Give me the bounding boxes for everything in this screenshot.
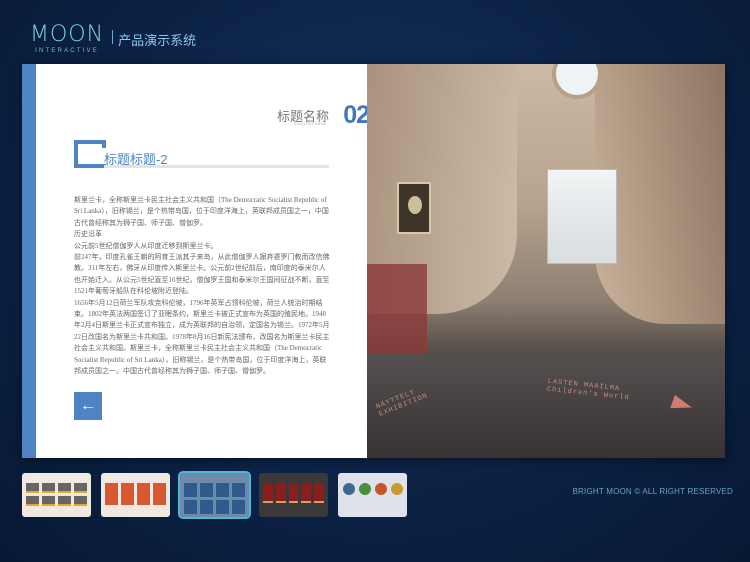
bracket-decoration	[74, 140, 106, 168]
thumbnail-5[interactable]	[338, 473, 407, 517]
app-logo: MOON INTERACTIVE 产品演示系统	[30, 22, 197, 55]
paragraph: 历史沿革	[74, 230, 102, 239]
thumbnail-3[interactable]	[178, 471, 251, 519]
subtitle-rule	[104, 165, 329, 168]
logo-sub: INTERACTIVE	[35, 48, 99, 54]
arrow-left-icon: ←	[80, 397, 96, 414]
app-title: 产品演示系统	[118, 33, 197, 48]
paragraph: 前247年，印度孔雀王朝的阿育王派其子来岛，从此僧伽罗人摒弃婆罗门教而改信佛教。…	[74, 253, 330, 296]
text-panel: 标题名称 ENGLISH NAME 02 标题标题-2 斯里兰卡，全称斯里兰卡民…	[36, 64, 370, 458]
photo-window	[547, 169, 617, 264]
accent-strip	[22, 64, 36, 458]
slide-card: 标题名称 ENGLISH NAME 02 标题标题-2 斯里兰卡，全称斯里兰卡民…	[22, 64, 725, 458]
exhibition-photo: NÄYTTELY EXHIBITION LASTEN MAAILMA Child…	[367, 64, 725, 458]
paragraph: 1656年5月12日荷兰军队攻克科伦坡，1796年英军占领科伦坡，荷兰人统治时期…	[74, 298, 330, 376]
section-number: 02	[343, 101, 370, 129]
thumbnail-1[interactable]	[22, 473, 91, 517]
photo-display	[367, 264, 427, 354]
thumbnail-strip	[22, 471, 407, 519]
thumbnail-4[interactable]	[259, 473, 328, 517]
section-english: ENGLISH NAME	[294, 122, 327, 126]
copyright: BRIGHT MOON © ALL RIGHT RESERVED	[572, 487, 733, 496]
logo-main: MOON	[30, 22, 105, 47]
paragraph: 公元前5世纪僧伽罗人从印度迁移到斯里兰卡。	[74, 241, 218, 250]
paragraph: 斯里兰卡，全称斯里兰卡民主社会主义共和国（The Democratic Soci…	[74, 196, 329, 227]
photo-poster	[397, 182, 431, 234]
thumbnail-2[interactable]	[101, 473, 170, 517]
logo-divider	[112, 30, 114, 44]
back-button[interactable]: ←	[74, 392, 102, 420]
body-text: 斯里兰卡，全称斯里兰卡民主社会主义共和国（The Democratic Soci…	[74, 195, 332, 378]
